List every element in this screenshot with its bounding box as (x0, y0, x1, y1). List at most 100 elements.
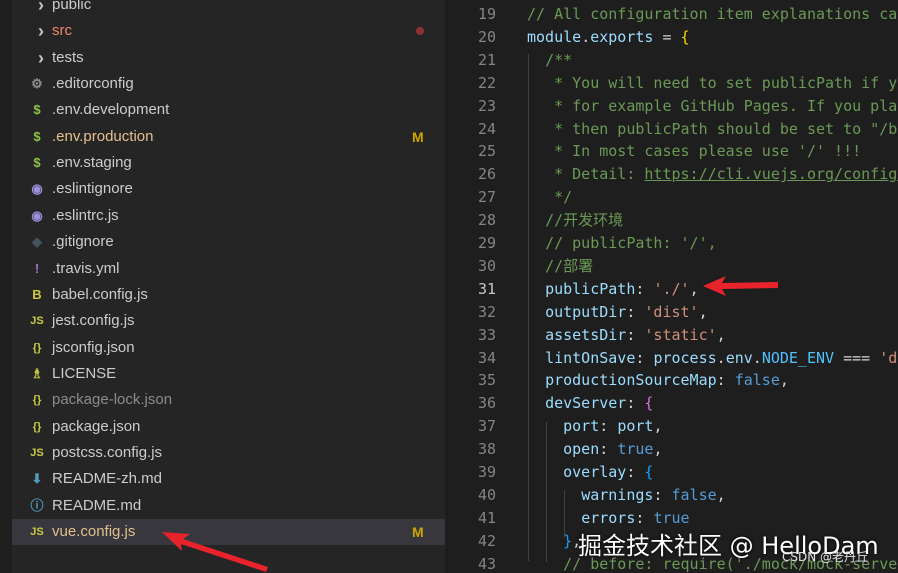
code-text: warnings: false, (581, 485, 726, 504)
code-text: open: true, (563, 440, 663, 459)
code-line[interactable]: 32 outputDir: 'dist', (445, 301, 898, 324)
file-row[interactable]: ◉ .eslintignore (12, 176, 445, 202)
line-number: 22 (477, 73, 496, 92)
line-number: 26 (477, 165, 496, 184)
folder-row[interactable]: › tests (12, 45, 445, 71)
code-text: */ (554, 188, 573, 207)
file-name: public (52, 0, 92, 13)
license-icon: ♗ (31, 365, 43, 381)
braces-icon: {} (32, 394, 42, 407)
line-number: 29 (477, 234, 496, 252)
js-icon: JS (30, 446, 44, 459)
download-icon: ⬇ (31, 471, 43, 487)
braces-icon: {} (32, 341, 42, 354)
file-name: jest.config.js (52, 312, 135, 330)
code-line[interactable]: 30 //部署 (445, 255, 898, 278)
dollar-icon: $ (33, 102, 41, 118)
file-row[interactable]: Bbabel.config.js (12, 282, 445, 308)
code-line[interactable]: 23 * for example GitHub Pages. If you pl… (445, 95, 898, 118)
code-line[interactable]: 33 assetsDir: 'static', (445, 324, 898, 347)
file-row[interactable]: ⓘ README.md (12, 493, 445, 519)
file-name: .travis.yml (52, 259, 120, 277)
line-number: 39 (477, 463, 496, 481)
code-text: //开发环境 (545, 211, 624, 230)
file-row[interactable]: $ .env.development (12, 97, 445, 123)
file-row[interactable]: $ .env.production M (12, 124, 445, 150)
file-row[interactable]: JS postcss.config.js (12, 440, 445, 466)
file-row[interactable]: {} package-lock.json (12, 387, 445, 413)
code-line[interactable]: 31 publicPath: './', (445, 278, 898, 301)
code-line[interactable]: 34 lintOnSave: process.env.NODE_ENV === … (445, 347, 898, 370)
dollar-icon: $ (33, 155, 41, 171)
code-line[interactable]: 22 * You will need to set publicPath if … (445, 72, 898, 95)
line-number: 42 (477, 531, 496, 550)
git-status-badge: M (412, 128, 424, 145)
code-text: * then publicPath should be set to "/bar… (554, 119, 898, 138)
line-number: 27 (477, 188, 496, 207)
code-text: port: port, (563, 417, 663, 436)
line-number: 36 (477, 394, 496, 413)
file-row[interactable]: ◆ .gitignore (12, 229, 445, 255)
file-name: LICENSE (52, 364, 117, 382)
git-icon: ◆ (32, 234, 42, 250)
code-line[interactable]: 38 open: true, (445, 438, 898, 461)
file-row[interactable]: {} package.json (12, 414, 445, 440)
file-name: package.json (52, 417, 141, 435)
file-name: babel.config.js (52, 285, 148, 303)
babel-icon: B (32, 286, 42, 302)
file-name: .env.production (52, 127, 154, 145)
code-line[interactable]: 24 * then publicPath should be set to "/… (445, 118, 898, 141)
code-line[interactable]: 39 overlay: { (445, 461, 898, 484)
code-line[interactable]: 19 // All configuration item explanations… (445, 3, 898, 26)
code-line[interactable]: 27 */ (445, 186, 898, 209)
line-number: 21 (477, 50, 496, 69)
file-row[interactable]: ◉ .eslintrc.js (12, 203, 445, 229)
file-name: .env.staging (52, 154, 132, 172)
code-line[interactable]: 20 module.exports = { (445, 26, 898, 49)
line-number: 23 (477, 96, 496, 115)
code-line[interactable]: 21 /** (445, 49, 898, 72)
dollar-icon: $ (33, 128, 41, 144)
file-row[interactable]: ⚙ .editorconfig (12, 71, 445, 97)
file-row[interactable]: ! .travis.yml (12, 256, 445, 282)
code-text: devServer: { (545, 394, 654, 413)
eslint-icon: ◉ (31, 207, 43, 223)
git-status-dot-icon (416, 27, 424, 36)
code-line[interactable]: 26 * Detail: https://cli.vuejs.org/confi… (445, 163, 898, 186)
code-line[interactable]: 40 warnings: false, (445, 484, 898, 507)
line-number: 31 (477, 279, 496, 298)
code-text: * Detail: https://cli.vuejs.org/config/#… (554, 165, 898, 184)
file-name: README-zh.md (52, 470, 163, 488)
file-row[interactable]: $ .env.staging (12, 150, 445, 176)
chevron-right-icon: › (38, 47, 44, 68)
file-name: jsconfig.json (52, 338, 135, 356)
line-number: 40 (477, 485, 496, 504)
file-row[interactable]: {} jsconfig.json (12, 335, 445, 361)
code-line[interactable]: 25 * In most cases please use '/' !!! (445, 140, 898, 163)
code-line[interactable]: 36 devServer: { (445, 392, 898, 415)
folder-row[interactable]: › src (12, 18, 445, 44)
line-number: 38 (477, 440, 496, 459)
code-text: //部署 (545, 256, 594, 275)
file-row[interactable]: ⬇ README-zh.md (12, 466, 445, 492)
code-text: /** (545, 50, 573, 69)
code-line[interactable]: 35 productionSourceMap: false, (445, 369, 898, 392)
code-line[interactable]: 37 port: port, (445, 415, 898, 438)
line-number: 41 (477, 508, 496, 527)
eslint-icon: ◉ (31, 181, 43, 197)
line-number: 32 (477, 302, 496, 321)
line-number: 35 (477, 371, 496, 390)
code-line[interactable]: 28 //开发环境 (445, 209, 898, 232)
braces-icon: {} (32, 420, 42, 433)
code-text: assetsDir: 'static', (545, 325, 726, 344)
file-row[interactable]: ♗ LICENSE (12, 361, 445, 387)
folder-row[interactable]: › public (12, 0, 445, 18)
file-row[interactable]: JS jest.config.js (12, 308, 445, 334)
code-text: productionSourceMap: false, (545, 371, 789, 390)
code-line[interactable]: 29 // publicPath: '/', (445, 232, 898, 255)
file-name: README.md (52, 496, 142, 514)
line-number: 19 (477, 5, 496, 23)
code-editor[interactable]: 19 // All configuration item explanations… (445, 0, 898, 573)
code-text: module.exports = { (527, 27, 690, 46)
file-name: .eslintrc.js (52, 206, 119, 224)
